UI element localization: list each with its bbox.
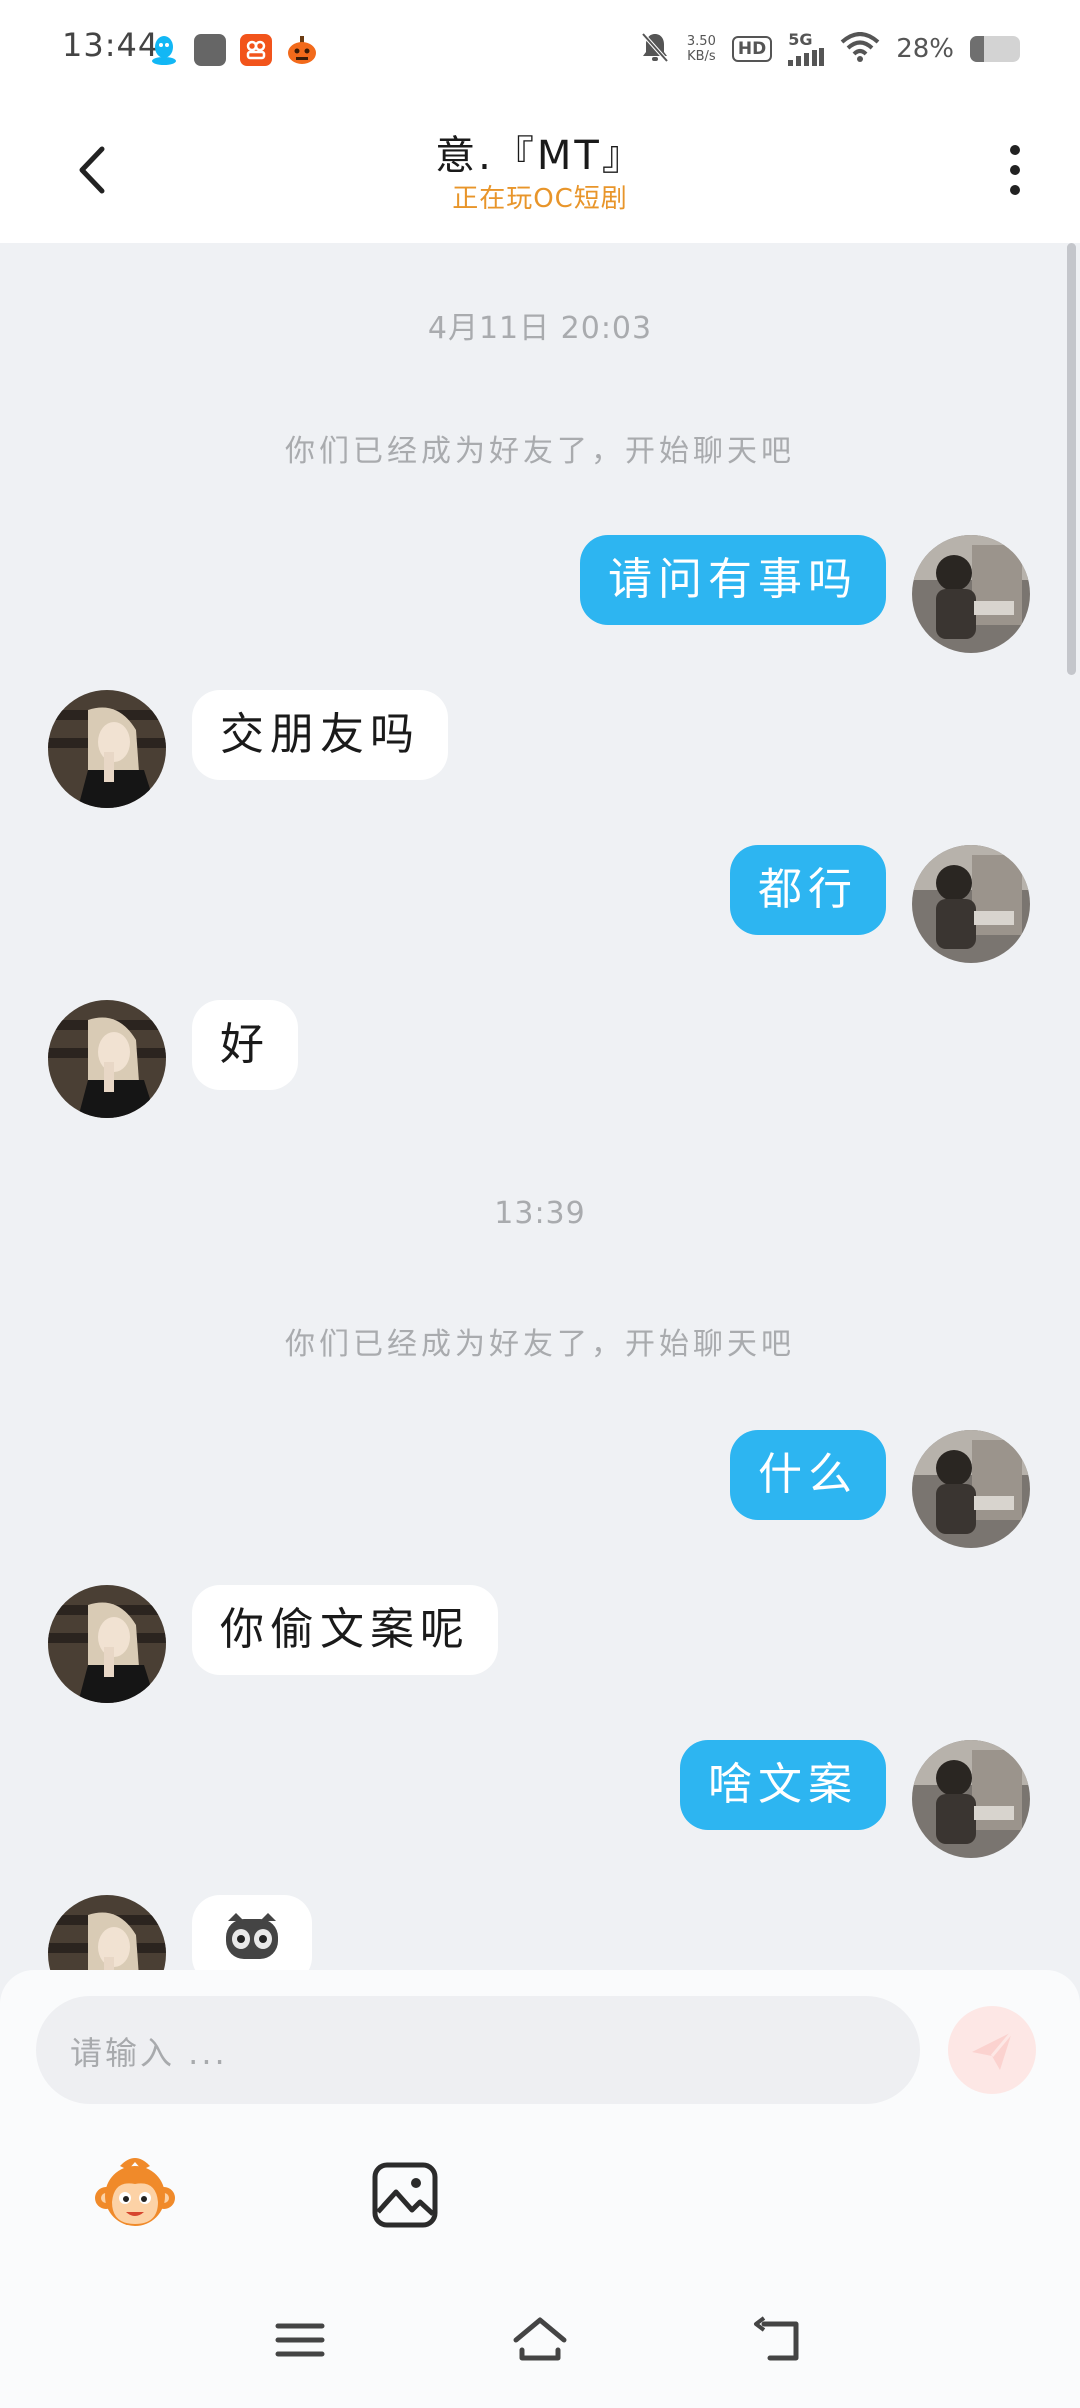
image-icon — [372, 2162, 438, 2228]
system-message: 你们已经成为好友了，开始聊天吧 — [285, 434, 795, 469]
battery-icon — [970, 36, 1020, 62]
home-icon — [513, 2317, 567, 2361]
menu-icon — [275, 2323, 325, 2357]
battery-percent: 28% — [896, 34, 954, 64]
my-avatar[interactable] — [912, 1740, 1030, 1858]
contact-name: 意.『MT』 — [435, 133, 645, 179]
status-bar: 13:44 3.50 KB/s HD 5G 28% — [0, 0, 1080, 95]
square-app-icon — [194, 34, 226, 66]
image-button[interactable] — [360, 2150, 450, 2240]
message-bubble-received[interactable]: 好 — [192, 1000, 298, 1090]
system-nav-bar — [0, 2290, 1080, 2408]
my-avatar[interactable] — [912, 535, 1030, 653]
message-bubble-sent[interactable]: 请问有事吗 — [580, 535, 886, 625]
status-app-icons — [148, 30, 318, 70]
contact-avatar[interactable] — [48, 1000, 166, 1118]
sticker-button[interactable] — [90, 2150, 180, 2240]
signal-indicator: 5G — [788, 30, 825, 66]
message-bubble-received[interactable] — [192, 1895, 312, 1970]
my-avatar[interactable] — [912, 1430, 1030, 1548]
network-speed: 3.50 KB/s — [686, 34, 716, 64]
timestamp: 4月11日 20:03 — [427, 311, 653, 346]
status-time: 13:44 — [62, 26, 160, 64]
message-input[interactable]: 请输入 ... — [36, 1996, 920, 2104]
network-type: 5G — [788, 30, 813, 49]
chat-area[interactable]: 4月11日 20:03 你们已经成为好友了，开始聊天吧 请问有事吗 交朋友吗 都… — [0, 243, 1080, 1970]
hd-badge: HD — [731, 36, 773, 62]
contact-avatar[interactable] — [48, 1895, 166, 1970]
message-bubble-received[interactable]: 交朋友吗 — [192, 690, 448, 780]
wifi-icon — [840, 32, 880, 66]
back-nav-button[interactable] — [750, 2310, 810, 2370]
status-indicators: 3.50 KB/s HD 5G 28% — [639, 24, 1020, 74]
chat-header: 意.『MT』 正在玩OC短剧 — [0, 95, 1080, 243]
message-bubble-sent[interactable]: 啥文案 — [680, 1740, 886, 1830]
message-bubble-sent[interactable]: 什么 — [730, 1430, 886, 1520]
message-bubble-sent[interactable]: 都行 — [730, 845, 886, 935]
home-nav-button[interactable] — [510, 2310, 570, 2370]
mute-bell-icon — [639, 30, 671, 68]
back-arrow-icon — [754, 2316, 799, 2361]
message-bubble-received[interactable]: 你偷文案呢 — [192, 1585, 498, 1675]
orange-app-icon — [240, 34, 272, 66]
menu-nav-button[interactable] — [270, 2310, 330, 2370]
pumpkin-app-icon — [286, 34, 318, 66]
input-placeholder: 请输入 ... — [70, 2034, 228, 2072]
my-avatar[interactable] — [912, 845, 1030, 963]
send-icon — [972, 2031, 1014, 2070]
monkey-sticker-icon — [95, 2158, 175, 2226]
contact-avatar[interactable] — [48, 690, 166, 808]
system-message: 你们已经成为好友了，开始聊天吧 — [285, 1327, 795, 1362]
contact-avatar[interactable] — [48, 1585, 166, 1703]
timestamp: 13:39 — [494, 1196, 586, 1231]
qq-icon — [148, 34, 180, 66]
send-button[interactable] — [948, 2006, 1036, 2094]
contact-status: 正在玩OC短剧 — [452, 184, 628, 214]
more-options-button[interactable] — [990, 140, 1040, 200]
battery-level — [970, 36, 984, 62]
more-vertical-icon — [1010, 145, 1020, 195]
signal-bars-icon — [788, 48, 825, 66]
mask-face-sticker — [226, 1913, 278, 1959]
